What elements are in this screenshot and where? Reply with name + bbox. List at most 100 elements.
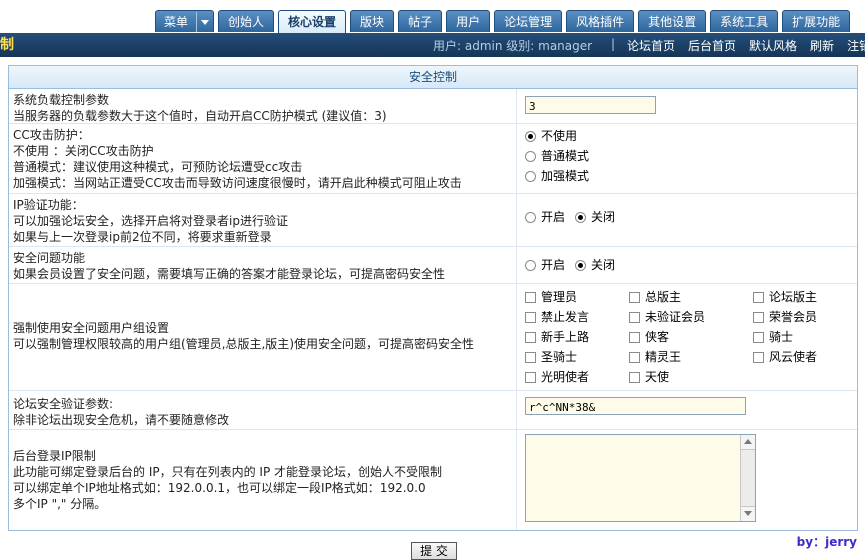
group-checkbox-item[interactable]: 圣骑士 [525,349,629,365]
group-checkbox-item[interactable]: 新手上路 [525,329,629,345]
panel-title: 安全控制 [9,66,857,89]
header-links: 论坛首页 后台首页 默认风格 刷新 注销 [627,37,865,54]
radio-button[interactable] [525,259,536,271]
tab-posts[interactable]: 帖子 [398,10,443,32]
row-control [517,430,857,530]
tab-menu[interactable]: 菜单 [155,10,215,32]
group-checkbox-item[interactable]: 未验证会员 [629,309,753,325]
checkbox[interactable] [525,351,536,363]
checkbox[interactable] [525,331,536,343]
group-checkbox-item[interactable]: 风云使者 [753,349,853,365]
row-load-control: 系统负载控制参数 当服务器的负载参数大于这个值时，自动开启CC防护模式 (建议值… [9,89,857,124]
link-forum-home[interactable]: 论坛首页 [627,37,675,54]
submit-button[interactable]: 提 交 [411,542,457,560]
checkbox[interactable] [629,351,640,363]
option-label: 开启 [541,210,566,224]
tab-other-settings[interactable]: 其他设置 [638,10,707,32]
checkbox[interactable] [629,331,640,343]
tab-forum-management[interactable]: 论坛管理 [494,10,563,32]
admin-header: 制 用户: admin 级别: manager | 论坛首页 后台首页 默认风格… [0,33,865,57]
row-control: 开启 关闭 [517,194,857,246]
link-logout[interactable]: 注销 [847,37,865,54]
cc-option-off[interactable]: 不使用 [525,126,853,146]
setting-description: 除非论坛出现安全危机，请不要随意修改 [13,413,230,427]
checkbox[interactable] [629,371,640,383]
tab-core-settings[interactable]: 核心设置 [278,10,347,33]
group-checkbox-item[interactable]: 禁止发言 [525,309,629,325]
row-label: 后台登录IP限制 此功能可绑定登录后台的 IP，只有在列表内的 IP 才能登录论… [9,430,517,530]
user-info: 用户: admin 级别: manager [433,39,593,53]
row-label: IP验证功能： 可以加强论坛安全，选择开启将对登录者ip进行验证 如果与上一次登… [9,194,517,246]
radio-button[interactable] [525,150,536,162]
setting-description: 可以强制管理权限较高的用户组(管理员,总版主,版主)使用安全问题，可提高密码安全… [13,337,474,351]
group-checkbox-item[interactable]: 侠客 [629,329,753,345]
checkbox[interactable] [753,331,764,343]
setting-title: 强制使用安全问题用户组设置 [13,321,170,335]
radio-button[interactable] [525,211,536,223]
radio-button[interactable] [525,170,536,182]
checkbox[interactable] [753,291,764,303]
link-refresh[interactable]: 刷新 [810,37,834,54]
group-checkbox-item[interactable]: 光明使者 [525,369,629,385]
radio-button[interactable] [575,211,587,223]
question-off[interactable]: 关闭 [575,255,615,275]
textarea-scrollbar[interactable] [740,435,755,521]
checkbox[interactable] [629,291,640,303]
tab-forums[interactable]: 版块 [350,10,395,32]
chevron-down-icon[interactable] [196,11,213,32]
group-checkbox-item[interactable]: 天使 [629,369,753,385]
row-group-question: 强制使用安全问题用户组设置 可以强制管理权限较高的用户组(管理员,总版主,版主)… [9,284,857,391]
cc-mode-options: 不使用 普通模式 加强模式 [517,124,857,193]
scroll-up-icon[interactable] [741,435,755,450]
checkbox[interactable] [753,311,764,323]
tab-founder[interactable]: 创始人 [218,10,275,32]
row-ip-limit: 后台登录IP限制 此功能可绑定登录后台的 IP，只有在列表内的 IP 才能登录论… [9,430,857,530]
link-admin-home[interactable]: 后台首页 [688,37,736,54]
checkbox[interactable] [629,311,640,323]
ip-verify-off[interactable]: 关闭 [575,207,615,227]
row-cc-protection: CC攻击防护： 不使用 ：关闭CC攻击防护 普通模式：建议使用这种模式，可预防论… [9,124,857,194]
tab-users[interactable]: 用户 [446,10,491,32]
setting-title: 后台登录IP限制 [13,449,96,463]
setting-description: 如果会员设置了安全问题，需要填写正确的答案才能登录论坛，可提高密码安全性 [13,267,446,281]
tab-style-plugins[interactable]: 风格插件 [566,10,635,32]
cc-option-normal[interactable]: 普通模式 [525,146,853,166]
checkbox[interactable] [753,351,764,363]
logo-fragment: 制 [0,37,14,53]
group-checkbox-item[interactable]: 骑士 [753,329,853,345]
setting-title: 系统负载控制参数 [13,93,110,107]
tab-system-tools[interactable]: 系统工具 [710,10,779,32]
question-on[interactable]: 开启 [525,255,565,275]
checkbox-label: 总版主 [645,290,682,304]
checkbox[interactable] [525,291,536,303]
row-label: 论坛安全验证参数: 除非论坛出现安全危机，请不要随意修改 [9,391,517,429]
setting-title: 安全问题功能 [13,251,86,265]
tab-extensions[interactable]: 扩展功能 [782,10,851,32]
setting-description: 不使用 ：关闭CC攻击防护 [13,144,154,158]
ip-verify-on[interactable]: 开启 [525,207,565,227]
row-control: 3 [517,89,857,123]
tab-label: 菜单 [164,14,189,29]
checkbox-label: 骑士 [769,330,794,344]
radio-button[interactable] [525,130,536,142]
scroll-down-icon[interactable] [741,506,755,521]
load-threshold-input[interactable]: 3 [525,96,656,114]
radio-button[interactable] [575,259,587,271]
checkbox-label: 禁止发言 [541,310,590,324]
user-group-checkboxes: 管理员 总版主 论坛版主禁止发言 未验证会员 荣誉会员新手上路 侠客 骑士圣骑士 精灵王 风云使… [525,289,853,385]
verify-param-input[interactable]: r^c^NN*38& [525,397,746,415]
cc-option-enhanced[interactable]: 加强模式 [525,166,853,186]
setting-description: 普通模式：建议使用这种模式，可预防论坛遭受cc攻击 [13,160,303,174]
ip-limit-textarea[interactable] [525,434,756,522]
group-checkbox-item[interactable]: 总版主 [629,289,753,305]
group-checkbox-item[interactable]: 管理员 [525,289,629,305]
group-checkbox-item[interactable]: 论坛版主 [753,289,853,305]
checkbox[interactable] [525,371,536,383]
option-label: 不使用 [541,129,578,143]
group-checkbox-item[interactable]: 精灵王 [629,349,753,365]
checkbox[interactable] [525,311,536,323]
group-checkbox-item[interactable]: 荣誉会员 [753,309,853,325]
checkbox-label: 光明使者 [541,370,590,384]
author-credit: by：jerry [796,535,857,549]
link-default-style[interactable]: 默认风格 [749,37,797,54]
